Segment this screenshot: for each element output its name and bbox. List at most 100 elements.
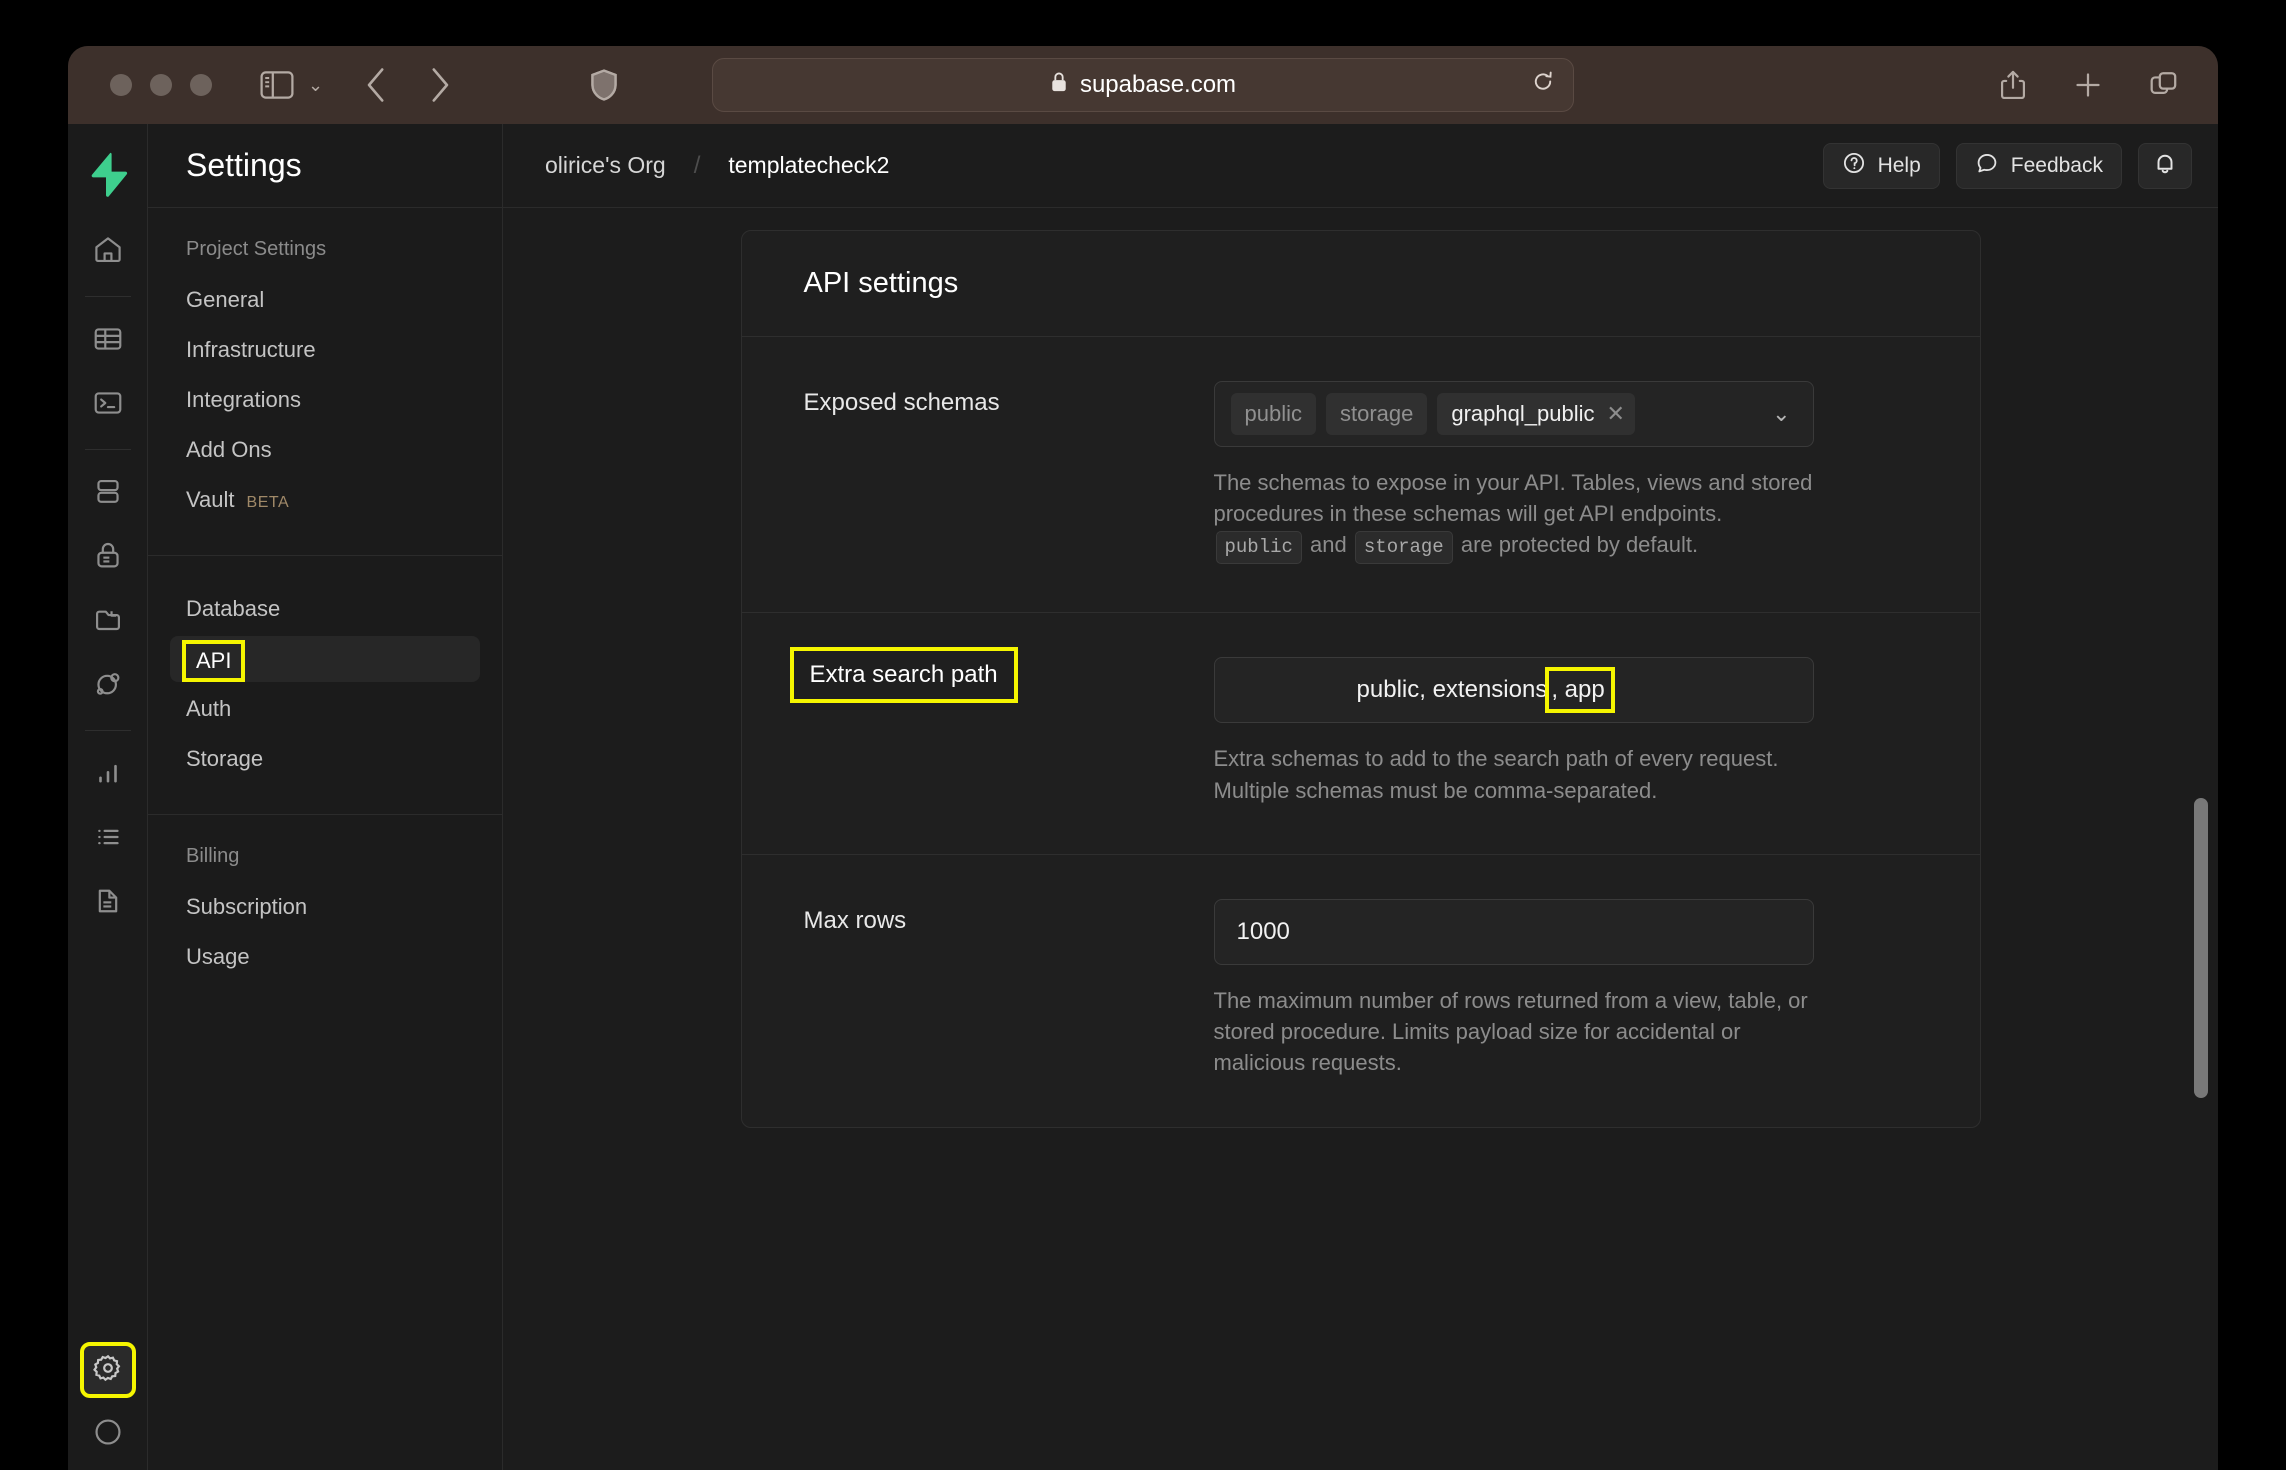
breadcrumb-org[interactable]: olirice's Org bbox=[545, 152, 666, 179]
rail-item-table-editor[interactable] bbox=[82, 315, 134, 367]
app-topbar: olirice's Org / templatecheck2 H bbox=[503, 124, 2218, 208]
edge-functions-icon bbox=[93, 669, 123, 704]
api-settings-card: API settings Exposed schemas public stor… bbox=[741, 230, 1981, 1128]
help-text-part-2: are protected by default. bbox=[1461, 532, 1698, 557]
sidebar-item-subscription[interactable]: Subscription bbox=[170, 884, 480, 930]
back-arrow-icon[interactable] bbox=[365, 68, 387, 102]
row-exposed-schemas: Exposed schemas public storage graphql_p… bbox=[742, 337, 1980, 613]
sidebar-item-vault[interactable]: Vault BETA bbox=[170, 477, 480, 523]
exposed-schemas-multiselect[interactable]: public storage graphql_public ✕ ⌄ bbox=[1214, 381, 1814, 447]
rail-item-storage[interactable] bbox=[82, 596, 134, 648]
rail-item-reports[interactable] bbox=[82, 749, 134, 801]
window-traffic-lights[interactable] bbox=[110, 74, 212, 96]
extra-search-path-help: Extra schemas to add to the search path … bbox=[1214, 743, 1814, 805]
rail-item-account[interactable] bbox=[82, 1408, 134, 1460]
sidebar-item-integrations[interactable]: Integrations bbox=[170, 377, 480, 423]
notifications-button[interactable] bbox=[2138, 143, 2192, 189]
sidebar-item-storage[interactable]: Storage bbox=[170, 736, 480, 782]
sidebar-item-auth[interactable]: Auth bbox=[170, 686, 480, 732]
chevron-down-icon[interactable]: ⌄ bbox=[1772, 401, 1796, 427]
minimize-window-button[interactable] bbox=[150, 74, 172, 96]
browser-toolbar: ⌄ supabase.com bbox=[68, 46, 2218, 124]
address-bar[interactable]: supabase.com bbox=[712, 58, 1574, 112]
sidebar-item-api[interactable]: API bbox=[170, 636, 480, 682]
beta-badge: BETA bbox=[247, 494, 290, 511]
main-content: olirice's Org / templatecheck2 H bbox=[503, 124, 2218, 1470]
supabase-app: Settings Project Settings General Infras… bbox=[68, 124, 2218, 1470]
storage-folder-icon bbox=[93, 605, 123, 640]
account-circle-icon bbox=[93, 1417, 123, 1452]
rail-item-sql-editor[interactable] bbox=[82, 379, 134, 431]
row-max-rows: Max rows 1000 The maximum number of rows… bbox=[742, 855, 1980, 1127]
rail-item-logs[interactable] bbox=[82, 813, 134, 865]
speech-bubble-icon bbox=[1975, 151, 1999, 181]
max-rows-field: 1000 The maximum number of rows returned… bbox=[1214, 899, 1918, 1079]
close-icon[interactable]: ✕ bbox=[1606, 401, 1624, 427]
chip-label: graphql_public bbox=[1451, 401, 1594, 427]
browser-window: ⌄ supabase.com bbox=[68, 46, 2218, 1470]
settings-scroll-area[interactable]: API settings Exposed schemas public stor… bbox=[503, 208, 2218, 1470]
bell-icon bbox=[2152, 150, 2178, 181]
input-value-prefix: public, extensions bbox=[1357, 676, 1548, 703]
card-title: API settings bbox=[804, 267, 1918, 300]
reload-icon[interactable] bbox=[1531, 70, 1555, 101]
shield-icon[interactable] bbox=[591, 69, 617, 101]
supabase-logo[interactable] bbox=[84, 150, 132, 198]
rail-divider bbox=[85, 449, 131, 450]
breadcrumb-project[interactable]: templatecheck2 bbox=[728, 152, 889, 179]
chevron-down-icon[interactable]: ⌄ bbox=[308, 75, 323, 96]
rail-item-project-settings[interactable] bbox=[82, 1344, 134, 1396]
settings-nav-panel: Settings Project Settings General Infras… bbox=[148, 124, 503, 1470]
sidebar-item-label: Vault bbox=[186, 487, 235, 512]
sidebar-item-database[interactable]: Database bbox=[170, 586, 480, 632]
rail-divider bbox=[85, 730, 131, 731]
max-rows-label: Max rows bbox=[804, 899, 1184, 1079]
sidebar-toggle-icon[interactable] bbox=[260, 71, 294, 99]
nav-group-billing: Billing Subscription Usage bbox=[148, 815, 502, 1012]
rail-item-database[interactable] bbox=[82, 468, 134, 520]
sidebar-item-usage[interactable]: Usage bbox=[170, 934, 480, 980]
close-window-button[interactable] bbox=[110, 74, 132, 96]
help-text-part-1: The schemas to expose in your API. Table… bbox=[1214, 470, 1813, 526]
chip-label: storage bbox=[1340, 401, 1413, 427]
share-icon[interactable] bbox=[2000, 70, 2026, 100]
product-nav-rail bbox=[68, 124, 148, 1470]
nav-group-configuration: Database API Auth Storage bbox=[148, 556, 502, 815]
plus-icon[interactable] bbox=[2074, 71, 2102, 99]
max-rows-input[interactable]: 1000 bbox=[1214, 899, 1814, 965]
gear-icon bbox=[93, 1353, 123, 1388]
settings-panel-header: Settings bbox=[148, 124, 502, 208]
rail-item-edge-functions[interactable] bbox=[82, 660, 134, 712]
maximize-window-button[interactable] bbox=[190, 74, 212, 96]
exposed-schemas-field: public storage graphql_public ✕ ⌄ The sch… bbox=[1214, 381, 1918, 564]
nav-group-label: Project Settings bbox=[170, 238, 480, 277]
extra-search-path-field: public, extensions, app Extra schemas to… bbox=[1214, 657, 1918, 805]
url-text: supabase.com bbox=[1080, 71, 1236, 99]
exposed-schemas-label: Exposed schemas bbox=[804, 381, 1184, 564]
topbar-actions: Help Feedback bbox=[1823, 143, 2192, 189]
lock-icon bbox=[1050, 71, 1068, 100]
docs-icon bbox=[93, 886, 123, 921]
schema-chip-graphql-public[interactable]: graphql_public ✕ bbox=[1437, 393, 1635, 435]
sidebar-item-infrastructure[interactable]: Infrastructure bbox=[170, 327, 480, 373]
auth-lock-icon bbox=[93, 541, 123, 576]
schema-chip-public: public bbox=[1231, 393, 1316, 435]
tab-overview-icon[interactable] bbox=[2150, 71, 2178, 99]
nav-group-project-settings: Project Settings General Infrastructure … bbox=[148, 208, 502, 556]
feedback-button[interactable]: Feedback bbox=[1956, 143, 2122, 189]
chip-label: public bbox=[1245, 401, 1302, 427]
feedback-button-label: Feedback bbox=[2011, 154, 2103, 178]
sidebar-item-general[interactable]: General bbox=[170, 277, 480, 323]
rail-item-docs[interactable] bbox=[82, 877, 134, 929]
rail-item-home[interactable] bbox=[82, 226, 134, 278]
extra-search-path-label: Extra search path bbox=[790, 647, 1018, 703]
forward-arrow-icon[interactable] bbox=[429, 68, 451, 102]
vertical-scrollbar[interactable] bbox=[2194, 798, 2208, 1098]
extra-search-path-input[interactable]: public, extensions, app bbox=[1214, 657, 1814, 723]
exposed-schemas-help: The schemas to expose in your API. Table… bbox=[1214, 467, 1814, 564]
schema-chip-storage: storage bbox=[1326, 393, 1427, 435]
help-button[interactable]: Help bbox=[1823, 143, 1940, 189]
sidebar-item-add-ons[interactable]: Add Ons bbox=[170, 427, 480, 473]
rail-item-auth[interactable] bbox=[82, 532, 134, 584]
help-text-mid: and bbox=[1310, 532, 1347, 557]
